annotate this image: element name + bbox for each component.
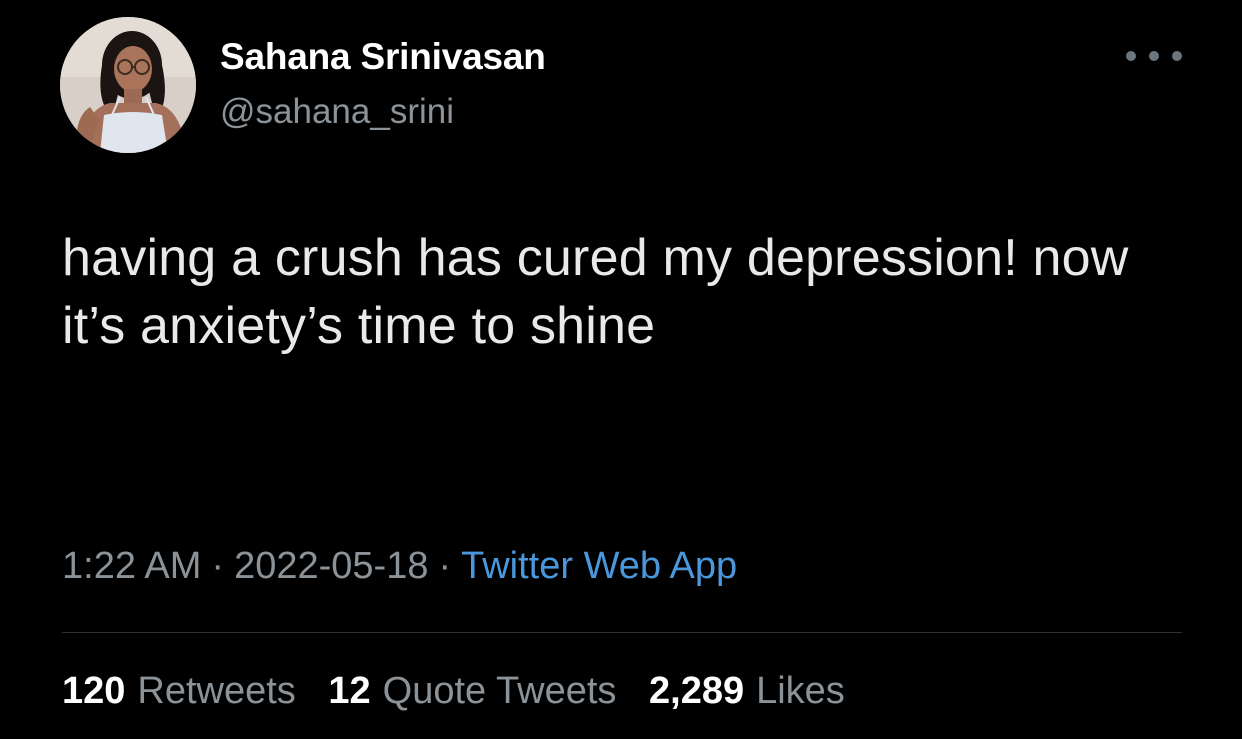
likes-count: 2,289	[649, 670, 745, 712]
more-options-button[interactable]	[1126, 44, 1182, 68]
tweet-source-link[interactable]: Twitter Web App	[461, 545, 737, 587]
retweets-stat[interactable]: 120 Retweets	[62, 670, 296, 713]
more-horizontal-icon	[1126, 51, 1136, 61]
more-horizontal-icon-dot	[1149, 51, 1159, 61]
meta-separator: ·	[211, 545, 225, 587]
avatar-image	[60, 17, 196, 153]
retweets-count: 120	[62, 670, 126, 712]
quote-tweets-stat[interactable]: 12 Quote Tweets	[328, 670, 616, 713]
display-name[interactable]: Sahana Srinivasan	[220, 36, 546, 78]
likes-label: Likes	[756, 670, 845, 712]
quote-tweets-count: 12	[328, 670, 371, 712]
more-horizontal-icon-dot	[1172, 51, 1182, 61]
meta-separator: ·	[438, 545, 452, 587]
user-handle[interactable]: @sahana_srini	[220, 92, 454, 132]
tweet-meta: 1:22 AM · 2022-05-18 · Twitter Web App	[62, 545, 737, 588]
quote-tweets-label: Quote Tweets	[382, 670, 617, 712]
tweet-time[interactable]: 1:22 AM	[62, 545, 201, 587]
tweet-date[interactable]: 2022-05-18	[234, 545, 428, 587]
tweet-stats: 120 Retweets 12 Quote Tweets 2,289 Likes	[62, 670, 867, 713]
tweet-text: having a crush has cured my depression! …	[62, 229, 1129, 355]
avatar[interactable]	[60, 17, 196, 153]
divider	[62, 632, 1182, 633]
retweets-label: Retweets	[137, 670, 296, 712]
likes-stat[interactable]: 2,289 Likes	[649, 670, 845, 713]
tweet-card: Sahana Srinivasan @sahana_srini having a…	[0, 0, 1242, 739]
